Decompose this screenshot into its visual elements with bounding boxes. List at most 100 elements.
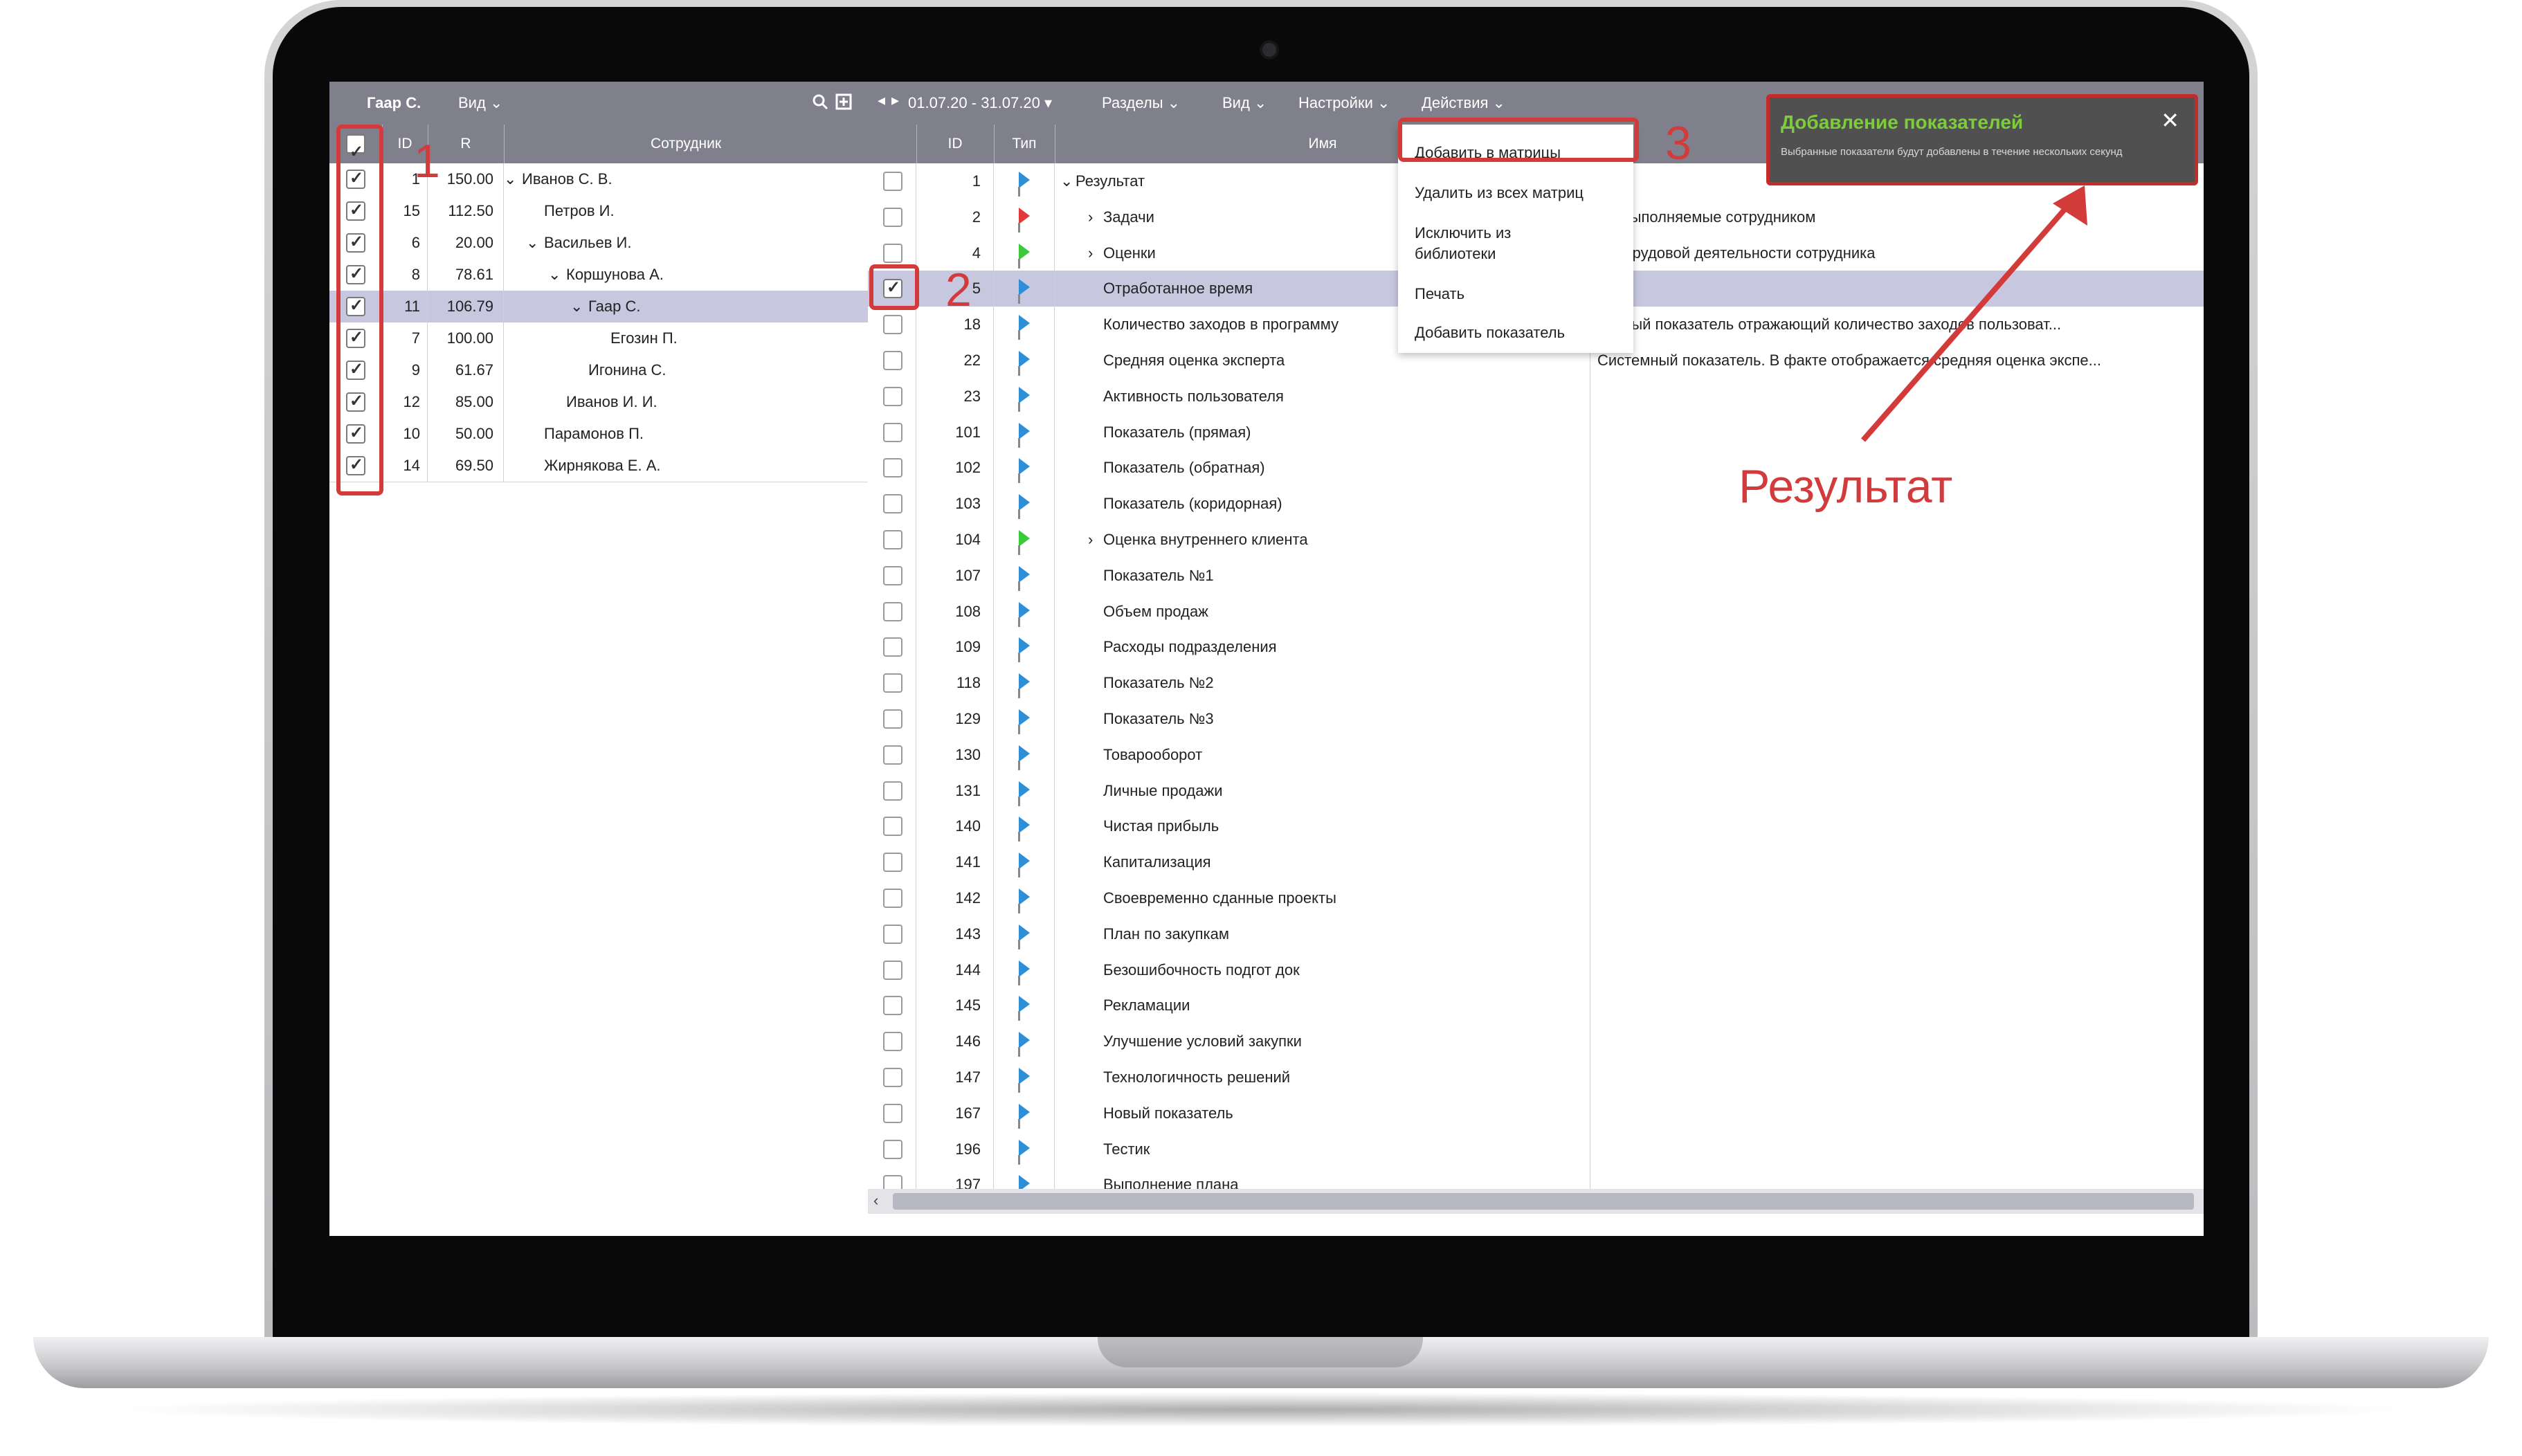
employee-row[interactable]: 7100.00 Егозин П. [329, 322, 868, 355]
indicator-row[interactable]: 130 Товарооборот [868, 736, 2204, 774]
row-checkbox[interactable] [883, 207, 902, 227]
indicator-row[interactable]: 143 План по закупкам [868, 916, 2204, 953]
indicator-name-cell: Новый показатель [1055, 1095, 1590, 1131]
employee-row[interactable]: 1469.50 Жирнякова Е. А. [329, 450, 868, 482]
indicator-row[interactable]: 141 Капитализация [868, 844, 2204, 881]
menu-exclude-from-library[interactable]: Исключить из библиотеки [1415, 223, 1546, 264]
indicator-row[interactable]: 144 Безошибочность подгот док [868, 952, 2204, 989]
indicator-row[interactable]: 129 Показатель №3 [868, 701, 2204, 738]
chevron-right-icon[interactable]: › [1088, 235, 1093, 271]
row-checkbox[interactable] [883, 781, 902, 801]
employee-row[interactable]: 961.67 Игонина С. [329, 354, 868, 387]
annotation-box-2 [869, 264, 919, 310]
annotation-box-1 [336, 125, 383, 495]
row-checkbox[interactable] [883, 853, 902, 873]
menu-add-indicator[interactable]: Добавить показатель [1415, 324, 1565, 342]
indicator-row[interactable]: 147 Технологичность решений [868, 1059, 2204, 1096]
row-checkbox[interactable] [883, 243, 902, 263]
indicator-row[interactable]: 145 Рекламации [868, 988, 2204, 1025]
indicator-id: 23 [916, 378, 994, 415]
menu-settings[interactable]: Настройки ⌄ [1298, 94, 1390, 112]
row-checkbox[interactable] [883, 637, 902, 657]
row-checkbox[interactable] [883, 172, 902, 191]
header-employee[interactable]: Сотрудник [504, 125, 868, 163]
employee-row[interactable]: 1050.00 Парамонов П. [329, 418, 868, 451]
indicator-row[interactable]: 101 Показатель (прямая) [868, 414, 2204, 451]
indicator-row[interactable]: 142 Своевременно сданные проекты [868, 880, 2204, 917]
row-checkbox[interactable] [883, 960, 902, 980]
menu-sections[interactable]: Разделы ⌄ [1102, 94, 1180, 112]
employee-row[interactable]: 11106.79 ⌄ Гаар С. [329, 291, 868, 323]
employee-row[interactable]: 1150.00⌄Иванов С. В. [329, 163, 868, 196]
row-checkbox[interactable] [883, 422, 902, 442]
chevron-right-icon[interactable]: › [1088, 522, 1093, 558]
row-checkbox[interactable] [883, 1032, 902, 1052]
menu-actions[interactable]: Действия ⌄ [1422, 94, 1505, 112]
current-user[interactable]: Гаар С. [367, 94, 421, 112]
row-checkbox[interactable] [883, 889, 902, 908]
indicator-row[interactable]: 108 Объем продаж [868, 593, 2204, 630]
indicator-id: 131 [916, 772, 994, 809]
scrollbar-thumb[interactable] [893, 1193, 2194, 1210]
chevron-down-icon[interactable]: ⌄ [526, 227, 538, 259]
row-checkbox-cell [868, 593, 916, 630]
close-icon[interactable]: ✕ [2161, 107, 2179, 134]
indicator-type-cell [994, 593, 1055, 630]
row-checkbox[interactable] [883, 996, 902, 1016]
search-icon[interactable] [811, 93, 829, 115]
employee-row[interactable]: 878.61 ⌄ Коршунова А. [329, 259, 868, 291]
horizontal-scrollbar[interactable]: ‹ [868, 1189, 2204, 1214]
prev-period-icon[interactable]: ◂ [878, 91, 885, 109]
employee-row[interactable]: 620.00 ⌄ Васильев И. [329, 227, 868, 260]
indicator-row[interactable]: 196 Тестик [868, 1131, 2204, 1168]
expand-panel-icon[interactable] [835, 93, 853, 115]
row-checkbox[interactable] [883, 709, 902, 729]
row-checkbox[interactable] [883, 565, 902, 585]
indicator-row[interactable]: 167 Новый показатель [868, 1095, 2204, 1132]
indicator-name: Расходы подразделения [1103, 638, 1277, 656]
indicator-row[interactable]: 131 Личные продажи [868, 772, 2204, 810]
menu-remove-from-matrices[interactable]: Удалить из всех матриц [1415, 184, 1584, 202]
header-id[interactable]: ID [916, 125, 995, 163]
indicator-row[interactable]: 109 Расходы подразделения [868, 629, 2204, 666]
row-checkbox[interactable] [883, 351, 902, 370]
employee-rating: 85.00 [428, 386, 504, 418]
indicator-description [1590, 415, 2204, 451]
chevron-down-icon[interactable]: ⌄ [570, 291, 583, 322]
flag-icon [1018, 243, 1030, 269]
employee-row[interactable]: 15112.50 Петров И. [329, 195, 868, 228]
menu-view[interactable]: Вид ⌄ [1222, 94, 1267, 112]
row-checkbox[interactable] [883, 494, 902, 514]
row-checkbox[interactable] [883, 673, 902, 693]
row-checkbox[interactable] [883, 924, 902, 944]
chevron-down-icon[interactable]: ⌄ [1060, 163, 1073, 199]
row-checkbox[interactable] [883, 745, 902, 765]
chevron-right-icon[interactable]: › [1088, 199, 1093, 235]
row-checkbox[interactable] [883, 386, 902, 406]
row-checkbox[interactable] [883, 601, 902, 621]
employee-row[interactable]: 1285.00 Иванов И. И. [329, 386, 868, 419]
chevron-down-icon[interactable]: ⌄ [504, 163, 516, 195]
indicator-row[interactable]: 104 › Оценка внутреннего клиента [868, 522, 2204, 558]
row-checkbox[interactable] [883, 458, 902, 478]
employee-rating: 50.00 [428, 418, 504, 450]
left-view-menu[interactable]: Вид ⌄ [458, 94, 502, 112]
menu-print[interactable]: Печать [1415, 285, 1464, 303]
annotation-label-1: 1 [414, 135, 440, 188]
indicator-row[interactable]: 140 Чистая прибыль [868, 808, 2204, 846]
period-selector[interactable]: 01.07.20 - 31.07.20 ▾ [908, 94, 1052, 112]
indicator-row[interactable]: 118 Показатель №2 [868, 665, 2204, 702]
scroll-left-icon[interactable]: ‹ [873, 1192, 878, 1210]
row-checkbox[interactable] [883, 1068, 902, 1087]
indicator-row[interactable]: 23 Активность пользователя [868, 378, 2204, 415]
row-checkbox[interactable] [883, 530, 902, 549]
row-checkbox[interactable] [883, 1103, 902, 1123]
next-period-icon[interactable]: ▸ [891, 91, 899, 109]
indicator-row[interactable]: 146 Улучшение условий закупки [868, 1023, 2204, 1060]
row-checkbox[interactable] [883, 315, 902, 335]
indicator-row[interactable]: 107 Показатель №1 [868, 557, 2204, 594]
chevron-down-icon[interactable]: ⌄ [548, 259, 561, 291]
row-checkbox[interactable] [883, 1139, 902, 1159]
header-type[interactable]: Тип [994, 125, 1055, 163]
row-checkbox[interactable] [883, 817, 902, 837]
